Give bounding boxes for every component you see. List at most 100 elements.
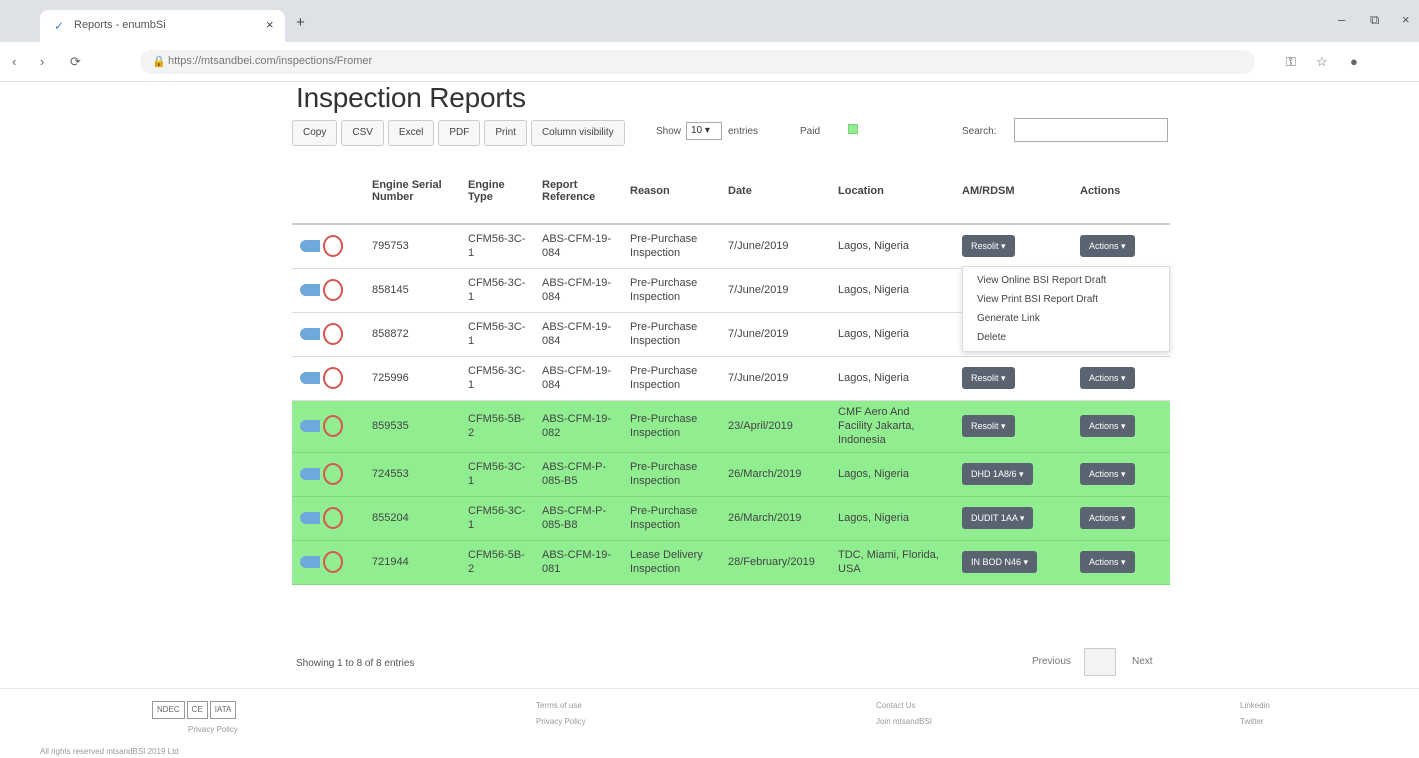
tab-title: Reports - enumbSi [74,19,166,31]
browser-tab-bar: ✓ Reports - enumbSi × + – ⧉ × [0,0,1419,42]
row-icon-cell [292,540,364,585]
generate-link-item[interactable]: Generate Link [963,309,1169,328]
footer-link[interactable]: Join mtsandBSI [876,717,932,726]
footer-link[interactable]: Terms of use [536,701,582,710]
back-icon[interactable]: ‹ [12,54,16,69]
url-field[interactable]: 🔒 https://mtsandbei.com/inspections/From… [140,50,1255,74]
close-window-icon[interactable]: × [1402,12,1410,27]
current-page-button[interactable] [1084,648,1116,676]
header-reason[interactable]: Reason [622,158,720,225]
status-cell: Resolit ▾ [954,356,1072,401]
engine-icon [300,240,320,253]
table-row: 795753 CFM56-3C-1 ABS-CFM-19-084 Pre-Purcha… [292,224,1170,269]
gauge-icon [323,507,343,529]
actions-dropdown-button[interactable]: Actions ▾ [1080,367,1135,389]
header-ref[interactable]: Report Reference [534,158,622,225]
actions-dropdown-button[interactable]: Actions ▾ [1080,415,1135,437]
footer-link[interactable]: Twitter [1240,717,1264,726]
reason-cell: Lease Delivery Inspection [622,540,720,585]
pdf-button[interactable]: PDF [438,120,481,146]
table-header-row: Engine Serial Number Engine Type Report … [292,158,1170,225]
view-print-draft-item[interactable]: View Print BSI Report Draft [963,290,1169,309]
status-dropdown-button[interactable]: Resolit ▾ [962,235,1015,258]
header-location[interactable]: Location [830,158,954,225]
star-icon[interactable]: ☆ [1316,54,1328,70]
date-cell: 28/February/2019 [720,540,830,585]
status-cell: DUDIT 1AA ▾ [954,496,1072,541]
page-title: Inspection Reports [296,82,526,113]
reload-icon[interactable]: ⟳ [70,54,81,70]
row-icon-cell [292,224,364,269]
delete-item[interactable]: Delete [963,328,1169,347]
status-cell: DHD 1A8/6 ▾ [954,452,1072,497]
footer-link[interactable]: Linkedin [1240,701,1270,710]
search-input[interactable] [1014,118,1168,142]
maximize-icon[interactable]: ⧉ [1370,12,1379,28]
serial-cell: 855204 [364,496,460,541]
new-tab-icon[interactable]: + [296,14,305,31]
date-cell: 26/March/2019 [720,452,830,497]
header-serial[interactable]: Engine Serial Number [364,158,460,225]
serial-cell: 859535 [364,400,460,453]
favicon-icon: ✓ [54,19,65,33]
close-tab-icon[interactable]: × [266,17,274,32]
actions-dropdown-button[interactable]: Actions ▾ [1080,507,1135,529]
actions-dropdown-button[interactable]: Actions ▾ [1080,551,1135,573]
table-row: 724553 CFM56-3C-1 ABS-CFM-P-085-B5 Pre-Purc… [292,452,1170,497]
status-dropdown-button[interactable]: Resolit ▾ [962,415,1015,437]
status-dropdown-button[interactable]: DHD 1A8/6 ▾ [962,463,1033,485]
excel-button[interactable]: Excel [387,120,435,146]
ref-cell: ABS-CFM-19-084 [534,356,622,401]
footer-link[interactable]: Privacy Policy [536,717,586,726]
ref-cell: ABS-CFM-19-081 [534,540,622,585]
key-icon[interactable]: ⚿ [1286,54,1296,70]
actions-cell: Actions ▾ [1072,224,1170,269]
location-cell: Lagos, Nigeria [830,356,954,401]
reason-cell: Pre-Purchase Inspection [622,452,720,497]
engine-icon [300,284,320,296]
copy-button[interactable]: Copy [292,120,338,146]
header-actions[interactable]: Actions [1072,158,1170,225]
ref-cell: ABS-CFM-19-082 [534,400,622,453]
profile-icon[interactable]: ● [1350,54,1358,69]
footer-logos: NDEC CE IATA [152,701,237,719]
type-cell: CFM56-3C-1 [460,312,534,357]
status-dropdown-button[interactable]: DUDIT 1AA ▾ [962,507,1034,529]
header-icon [292,158,364,225]
type-cell: CFM56-3C-1 [460,268,534,313]
view-online-draft-item[interactable]: View Online BSI Report Draft [963,271,1169,290]
ref-cell: ABS-CFM-19-084 [534,268,622,313]
footer-link[interactable]: Contact Us [876,701,916,710]
status-dropdown-button[interactable]: IN BOD N46 ▾ [962,551,1038,573]
actions-cell: Actions ▾ [1072,496,1170,541]
engine-icon [300,468,320,480]
paid-legend-swatch [848,124,858,134]
page-size-select[interactable]: 10 ▾ [686,122,722,140]
reason-cell: Pre-Purchase Inspection [622,400,720,453]
header-am-rdsm[interactable]: AM/RDSM [954,158,1072,225]
csv-button[interactable]: CSV [341,120,384,146]
gauge-icon [323,235,343,258]
ref-cell: ABS-CFM-P-085-B5 [534,452,622,497]
ref-cell: ABS-CFM-P-085-B8 [534,496,622,541]
actions-dropdown-menu: View Online BSI Report Draft View Print … [962,266,1170,352]
ref-cell: ABS-CFM-19-084 [534,312,622,357]
actions-dropdown-button[interactable]: Actions ▾ [1080,235,1135,258]
browser-tab[interactable]: ✓ Reports - enumbSi × [40,10,285,42]
showing-entries-text: Showing 1 to 8 of 8 entries [296,658,415,669]
previous-page-button[interactable]: Previous [1032,656,1071,667]
minimize-icon[interactable]: – [1338,12,1345,27]
status-dropdown-button[interactable]: Resolit ▾ [962,367,1015,389]
header-date[interactable]: Date [720,158,830,225]
date-cell: 7/June/2019 [720,268,830,313]
column-visibility-button[interactable]: Column visibility [530,120,625,146]
forward-icon[interactable]: › [40,54,44,69]
header-type[interactable]: Engine Type [460,158,534,225]
next-page-button[interactable]: Next [1132,656,1153,667]
reason-cell: Pre-Purchase Inspection [622,312,720,357]
actions-dropdown-button[interactable]: Actions ▾ [1080,463,1135,485]
type-cell: CFM56-3C-1 [460,496,534,541]
table-row: 859535 CFM56-5B-2 ABS-CFM-19-082 Pre-Purcha… [292,400,1170,453]
print-button[interactable]: Print [484,120,527,146]
url-text: https://mtsandbei.com/inspections/Fromer [168,55,373,67]
